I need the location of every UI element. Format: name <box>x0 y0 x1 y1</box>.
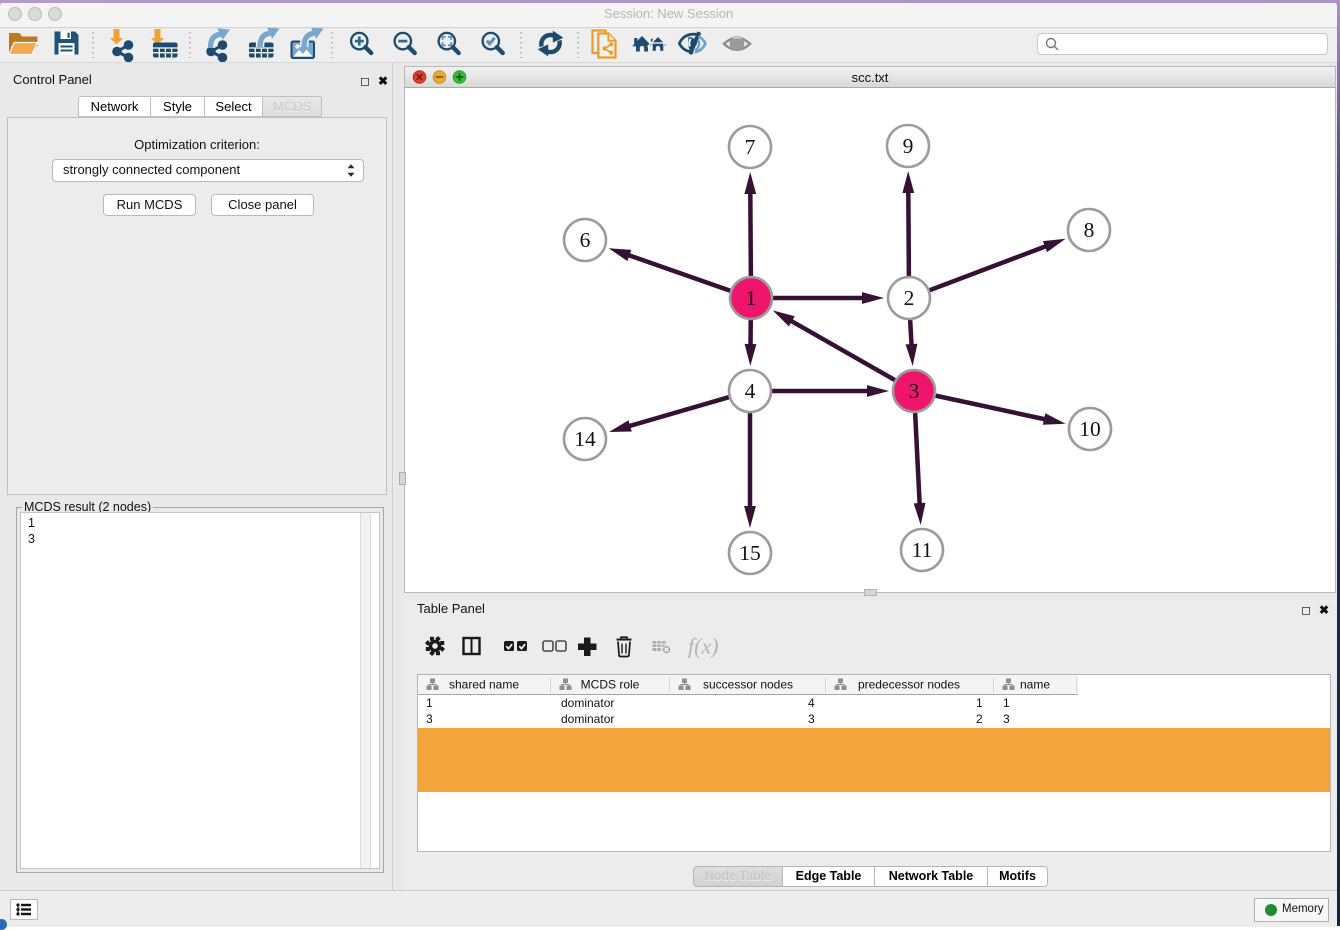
svg-text:9: 9 <box>903 134 914 158</box>
svg-text:f(x): f(x) <box>688 634 719 659</box>
svg-text:MCDS role: MCDS role <box>581 678 640 692</box>
svg-text:3: 3 <box>909 379 920 403</box>
svg-text:2: 2 <box>904 286 915 310</box>
svg-text:successor nodes: successor nodes <box>703 678 793 692</box>
svg-text:8: 8 <box>1084 218 1095 242</box>
svg-text:6: 6 <box>580 228 591 252</box>
svg-text:11: 11 <box>912 538 933 562</box>
svg-text:14: 14 <box>574 427 596 451</box>
svg-text:7: 7 <box>745 135 756 159</box>
svg-text:predecessor nodes: predecessor nodes <box>858 678 960 692</box>
svg-text:shared name: shared name <box>449 678 519 692</box>
svg-text:1: 1 <box>746 286 757 310</box>
svg-text:name: name <box>1020 678 1050 692</box>
svg-text:10: 10 <box>1079 417 1101 441</box>
svg-text:4: 4 <box>745 379 756 403</box>
svg-text:15: 15 <box>739 541 761 565</box>
